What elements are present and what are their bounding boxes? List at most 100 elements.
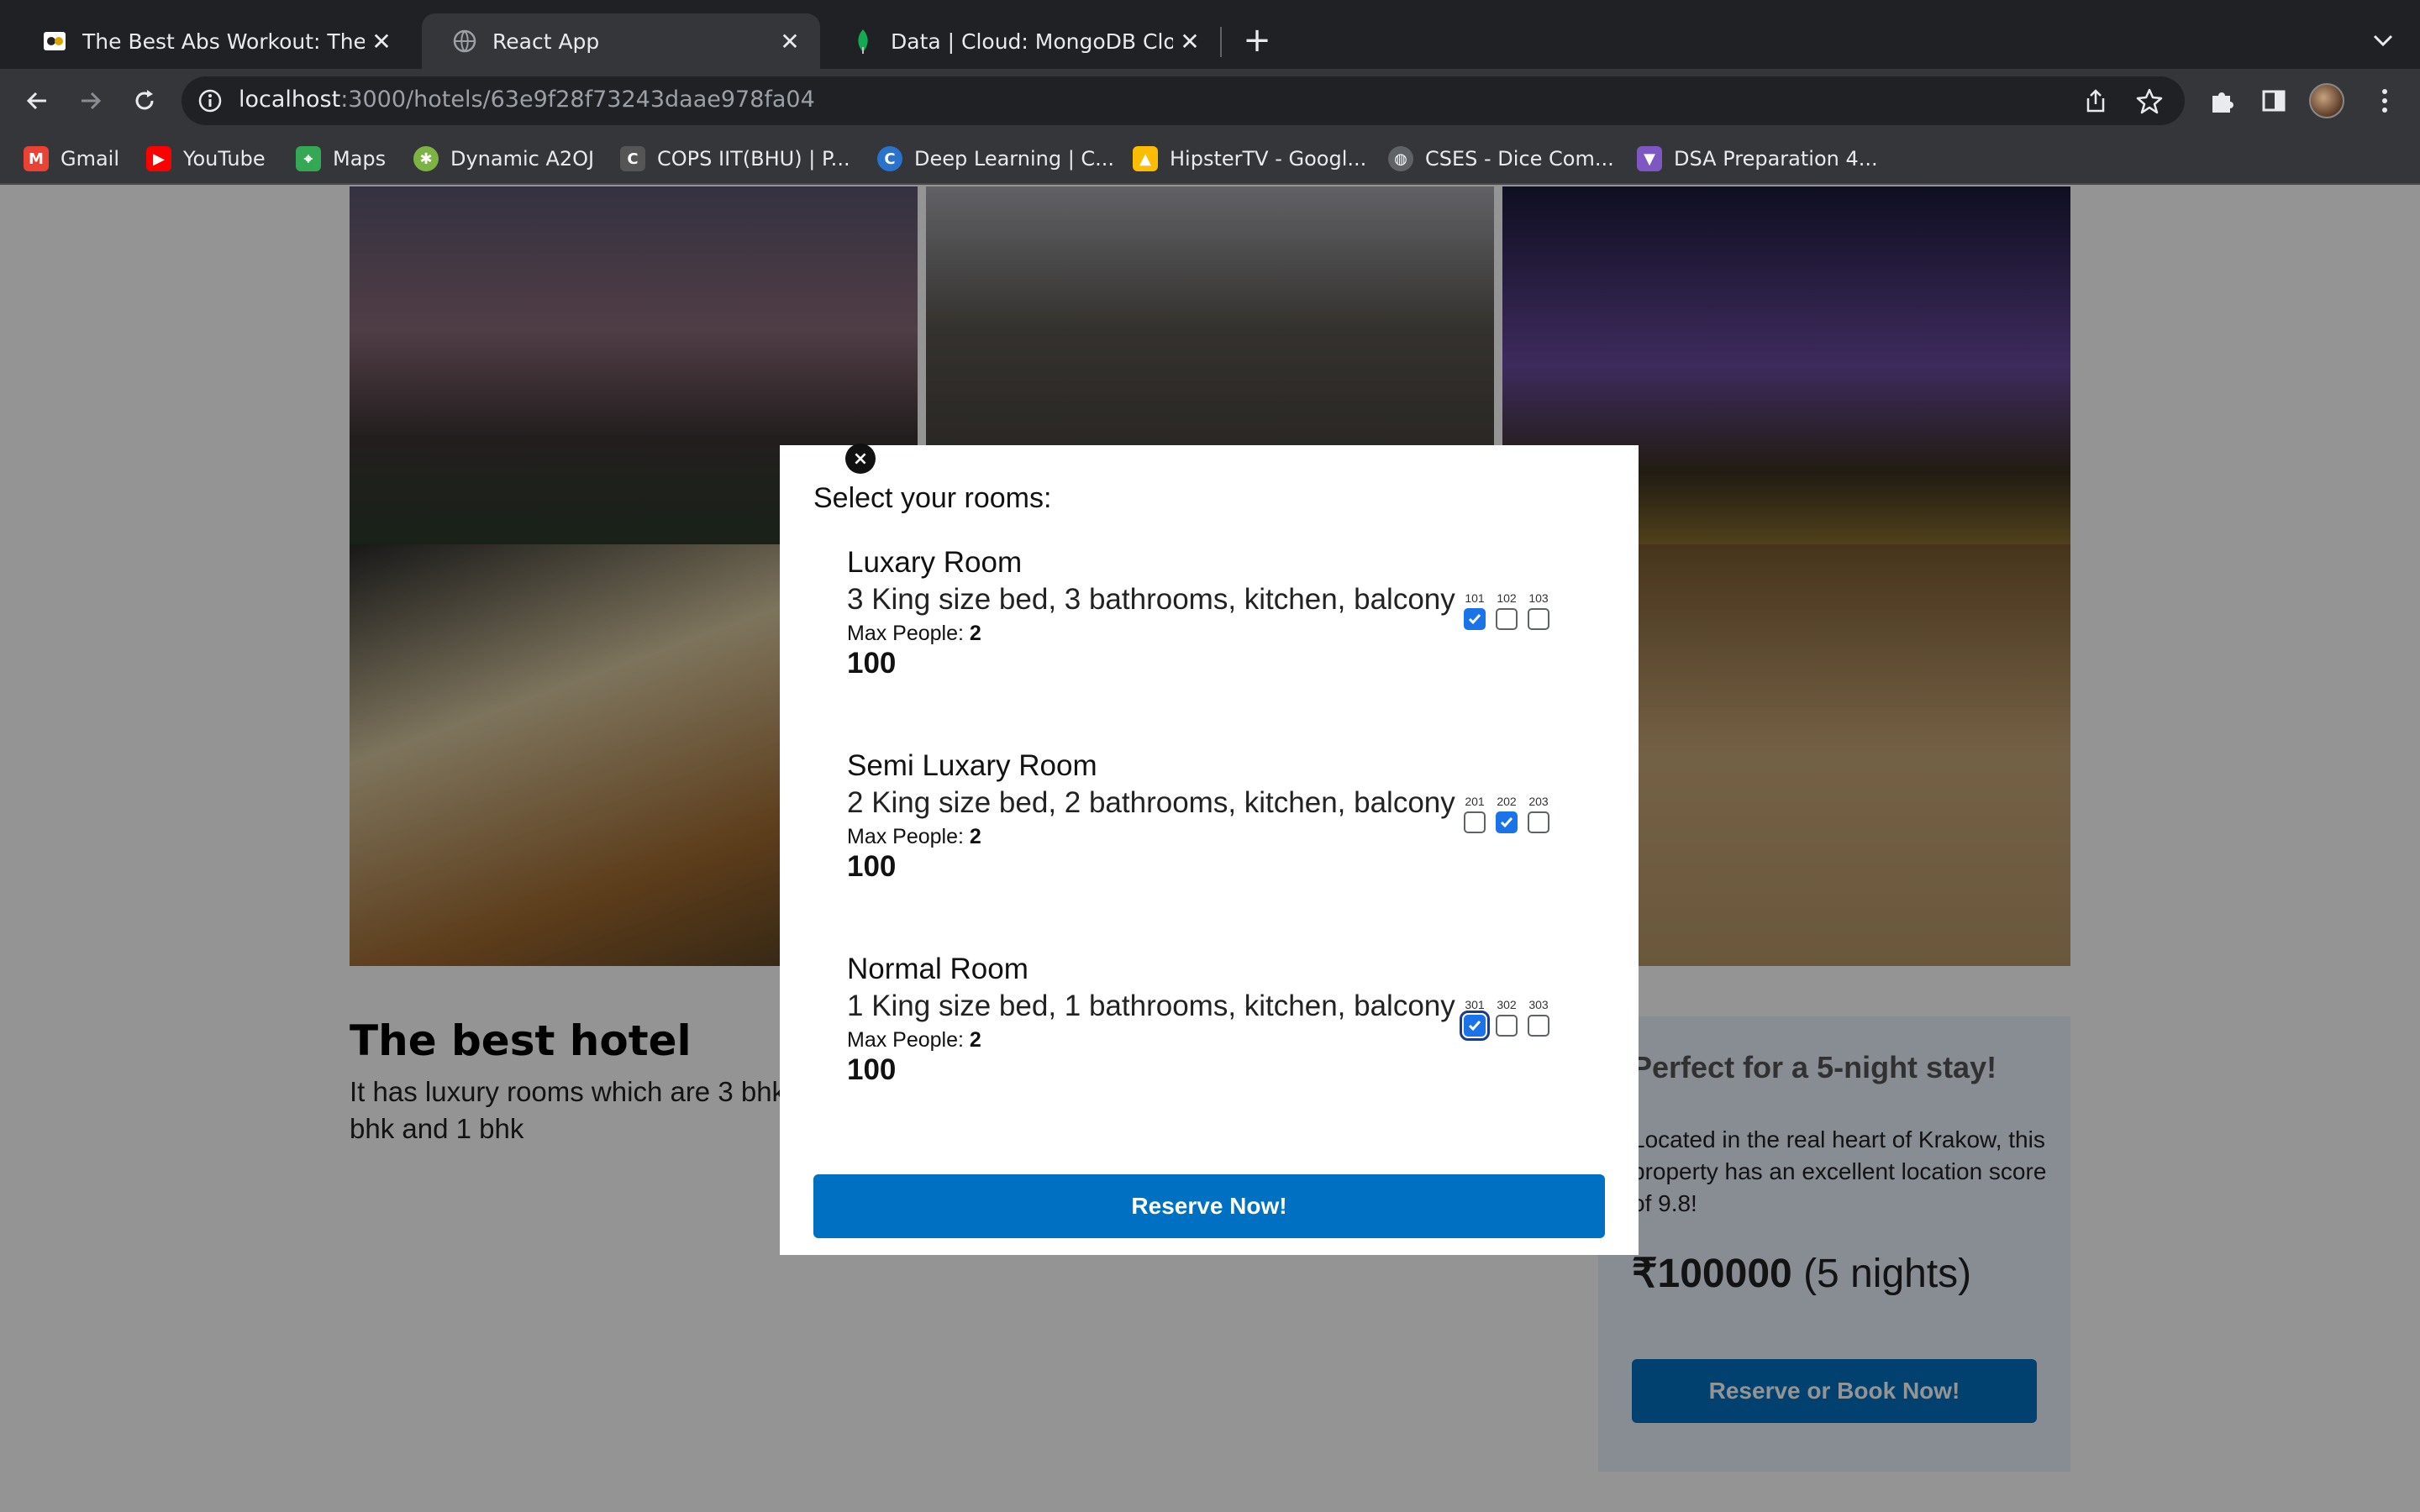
room-max-people: Max People: 2 xyxy=(847,622,981,646)
bookmark-cses[interactable]: ◍ CSES - Dice Com... xyxy=(1388,143,1614,175)
arrow-right-icon xyxy=(82,92,102,110)
tab-title: Data | Cloud: MongoDB Cloud xyxy=(891,29,1173,54)
bookmark-label: HipsterTV - Googl... xyxy=(1170,147,1367,171)
modal-title: Select your rooms: xyxy=(813,482,1052,514)
tab-title: The Best Abs Workout: The On xyxy=(82,29,365,54)
globe-icon xyxy=(452,29,477,54)
tab-react-app[interactable]: React App ✕ xyxy=(422,13,820,69)
room-checkbox-203[interactable] xyxy=(1528,811,1549,833)
room-checkbox-101[interactable] xyxy=(1464,608,1486,630)
url-path: :3000/hotels/63e9f28f73243daae978fa04 xyxy=(340,87,815,113)
arrow-left-icon xyxy=(26,92,46,110)
reserve-now-button[interactable]: Reserve Now! xyxy=(813,1174,1605,1238)
room-checkbox-303[interactable] xyxy=(1528,1015,1549,1037)
room-description: 3 King size bed, 3 bathrooms, kitchen, b… xyxy=(847,583,1455,616)
browser-toolbar: localhost:3000/hotels/63e9f28f73243daae9… xyxy=(0,69,2420,133)
tab-workout[interactable]: The Best Abs Workout: The On ✕ xyxy=(12,13,412,69)
max-people-value: 2 xyxy=(969,1028,981,1052)
site-info-icon xyxy=(198,89,222,113)
close-tab-icon[interactable]: ✕ xyxy=(773,24,807,58)
room-number-label: 302 xyxy=(1497,998,1517,1011)
url-host: localhost xyxy=(239,87,341,113)
room-item-semi-luxary: Semi Luxary Room 2 King size bed, 2 bath… xyxy=(847,749,1603,909)
room-description: 1 King size bed, 1 bathrooms, kitchen, b… xyxy=(847,990,1455,1022)
reload-button[interactable] xyxy=(124,81,165,121)
room-number-options: 201 202 203 xyxy=(1464,795,1549,833)
hotel-page: The best hotel It has luxury rooms which… xyxy=(0,185,2420,1512)
bookmark-label: Maps xyxy=(333,147,387,171)
room-description: 2 King size bed, 2 bathrooms, kitchen, b… xyxy=(847,786,1455,819)
address-bar[interactable]: localhost:3000/hotels/63e9f28f73243daae9… xyxy=(182,76,2185,125)
room-max-people: Max People: 2 xyxy=(847,825,981,849)
dsa-icon: ▼ xyxy=(1637,146,1662,171)
room-number-label: 103 xyxy=(1528,591,1549,605)
tab-search-chevron-icon[interactable] xyxy=(2366,24,2400,57)
tab-strip: The Best Abs Workout: The On ✕ React App… xyxy=(0,0,2420,69)
bookmark-label: DSA Preparation 4... xyxy=(1674,147,1878,171)
close-tab-icon[interactable]: ✕ xyxy=(365,24,398,58)
check-icon xyxy=(1468,614,1481,625)
room-number-options: 101 102 103 xyxy=(1464,591,1549,630)
max-people-value: 2 xyxy=(969,825,981,848)
room-title: Luxary Room xyxy=(847,546,1023,579)
max-people-label: Max People: xyxy=(847,622,970,645)
bookmark-a2oj[interactable]: ✱ Dynamic A2OJ xyxy=(413,143,594,175)
forward-button[interactable] xyxy=(71,81,111,121)
room-price: 100 xyxy=(847,1053,897,1086)
room-price: 100 xyxy=(847,850,897,883)
tab-separator xyxy=(1220,27,1222,57)
reload-icon xyxy=(135,90,154,110)
google-drive-icon: ▲ xyxy=(1133,146,1158,171)
maps-icon: ⌖ xyxy=(296,146,321,171)
room-item-luxary: Luxary Room 3 King size bed, 3 bathrooms… xyxy=(847,546,1603,706)
bookmark-label: YouTube xyxy=(183,147,266,171)
room-number-label: 101 xyxy=(1465,591,1485,605)
bookmark-label: COPS IIT(BHU) | P... xyxy=(657,147,850,171)
bookmark-hipstertv[interactable]: ▲ HipsterTV - Googl... xyxy=(1133,143,1366,175)
check-icon xyxy=(1500,817,1513,828)
check-icon xyxy=(1468,1021,1481,1032)
close-modal-icon[interactable]: × xyxy=(845,444,876,474)
room-number-options: 301 302 303 xyxy=(1460,998,1549,1041)
room-number-label: 303 xyxy=(1528,998,1549,1011)
bookmarks-bar: M Gmail ▶ YouTube ⌖ Maps ✱ Dynamic A2OJ C COP… xyxy=(0,133,2420,185)
url-text[interactable]: localhost:3000/hotels/63e9f28f73243daae9… xyxy=(239,87,815,113)
room-checkbox-103[interactable] xyxy=(1528,608,1549,630)
room-number-label: 301 xyxy=(1465,998,1485,1011)
bookmark-cops[interactable]: C COPS IIT(BHU) | P... xyxy=(620,143,850,175)
globe-icon: ◍ xyxy=(1388,146,1413,171)
max-people-label: Max People: xyxy=(847,825,970,848)
bookmark-label: Gmail xyxy=(60,147,120,171)
youtube-icon: ▶ xyxy=(146,146,171,171)
room-checkbox-302[interactable] xyxy=(1496,1015,1518,1037)
room-checkbox-102[interactable] xyxy=(1496,608,1518,630)
share-icon[interactable] xyxy=(2075,81,2116,121)
bookmark-maps[interactable]: ⌖ Maps xyxy=(296,143,386,175)
close-tab-icon[interactable]: ✕ xyxy=(1173,24,1207,58)
tab-title: React App xyxy=(492,29,600,54)
bookmark-gmail[interactable]: M Gmail xyxy=(24,143,119,175)
a2oj-icon: ✱ xyxy=(413,146,439,171)
bookmark-deep-learning[interactable]: C Deep Learning | C... xyxy=(877,143,1114,175)
profile-avatar[interactable] xyxy=(2309,83,2344,118)
side-panel-icon[interactable] xyxy=(2254,81,2294,121)
workout-site-icon xyxy=(42,29,67,54)
room-max-people: Max People: 2 xyxy=(847,1028,981,1053)
bookmark-label: Dynamic A2OJ xyxy=(450,147,595,171)
room-number-label: 102 xyxy=(1497,591,1517,605)
bookmark-star-icon[interactable] xyxy=(2129,81,2170,121)
room-checkbox-301[interactable] xyxy=(1460,1011,1490,1041)
tab-mongodb[interactable]: Data | Cloud: MongoDB Cloud ✕ xyxy=(820,13,1220,69)
new-tab-button[interactable]: + xyxy=(1239,21,1276,60)
back-button[interactable] xyxy=(17,81,57,121)
bookmark-label: CSES - Dice Com... xyxy=(1425,147,1614,171)
room-checkbox-201[interactable] xyxy=(1464,811,1486,833)
bookmark-dsa[interactable]: ▼ DSA Preparation 4... xyxy=(1637,143,1878,175)
kebab-menu-icon[interactable] xyxy=(2365,81,2405,121)
cops-icon: C xyxy=(620,146,645,171)
room-number-label: 203 xyxy=(1528,795,1549,808)
room-title: Semi Luxary Room xyxy=(847,749,1097,782)
extensions-puzzle-icon[interactable] xyxy=(2202,81,2242,121)
bookmark-youtube[interactable]: ▶ YouTube xyxy=(146,143,266,175)
room-checkbox-202[interactable] xyxy=(1496,811,1518,833)
